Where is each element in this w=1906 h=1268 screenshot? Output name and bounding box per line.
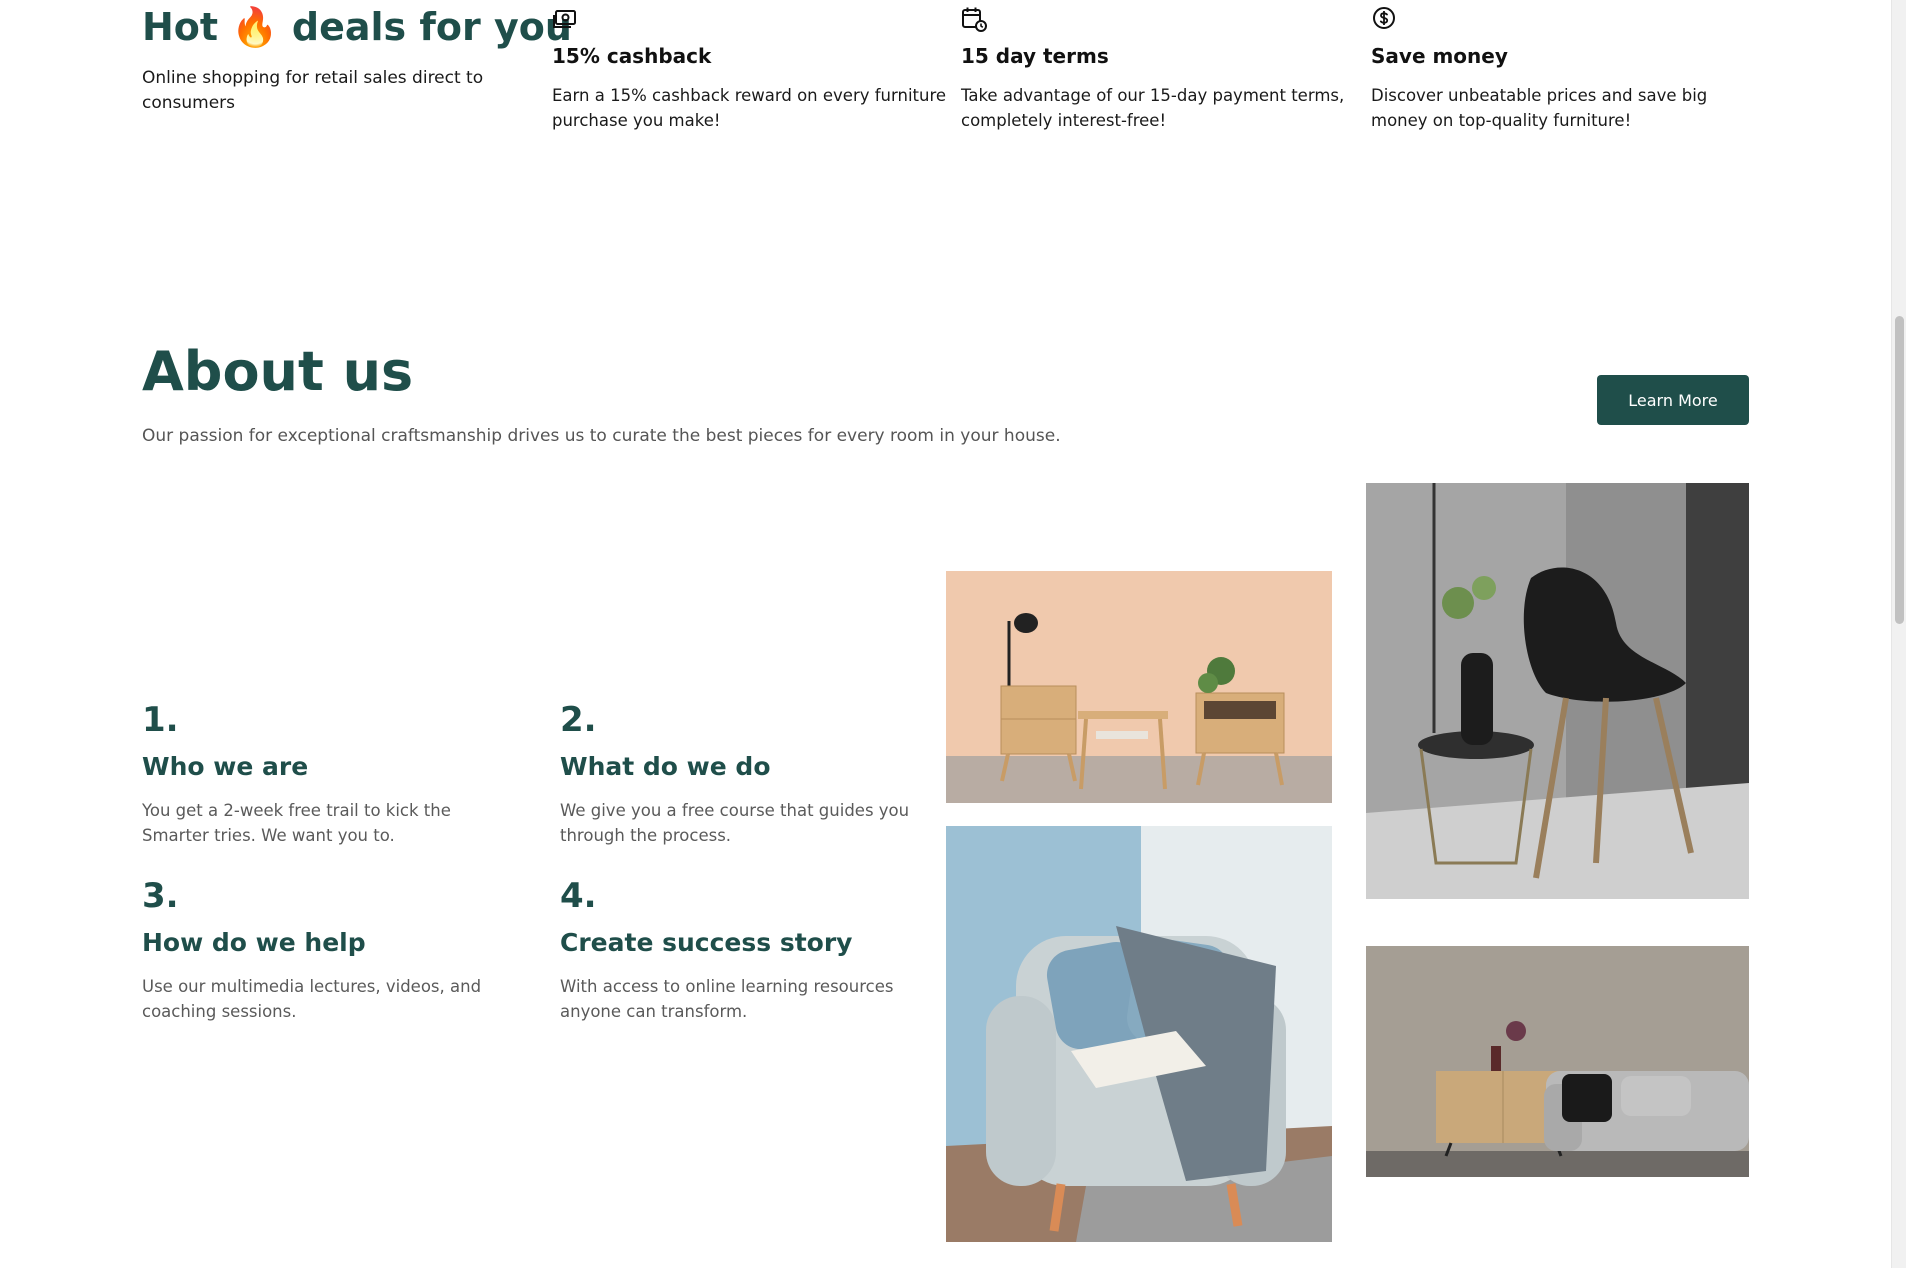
feature-title: Save money bbox=[1371, 44, 1508, 68]
feature-title: 15 day terms bbox=[961, 44, 1109, 68]
about-subtitle: Our passion for exceptional craftsmanshi… bbox=[142, 426, 1061, 446]
step-number: 1. bbox=[142, 700, 179, 740]
feature-description: Discover unbeatable prices and save big … bbox=[1371, 86, 1708, 130]
vertical-scrollbar[interactable] bbox=[1891, 0, 1906, 1268]
learn-more-button[interactable]: Learn More bbox=[1597, 375, 1749, 425]
step-title: How do we help bbox=[142, 928, 366, 957]
step-title: What do we do bbox=[560, 752, 771, 781]
step-how-we-help: 3. How do we help Use our multimedia lec… bbox=[142, 876, 522, 1024]
step-description: We give you a free course that guides yo… bbox=[560, 801, 910, 845]
feature-title: 15% cashback bbox=[552, 44, 712, 68]
feature-description: Earn a 15% cashback reward on every furn… bbox=[552, 86, 947, 130]
deals-title-end: deals for you bbox=[291, 5, 572, 49]
step-who-we-are: 1. Who we are You get a 2-week free trai… bbox=[142, 700, 522, 848]
cash-icon bbox=[553, 10, 576, 28]
scrollbar-thumb[interactable] bbox=[1895, 316, 1904, 624]
step-number: 3. bbox=[142, 876, 179, 916]
feature-day-terms: 15 day terms Take advantage of our 15-da… bbox=[961, 6, 1356, 130]
step-title: Who we are bbox=[142, 752, 309, 781]
step-title: Create success story bbox=[560, 928, 853, 957]
armchair-photo bbox=[946, 826, 1332, 1242]
feature-description: Take advantage of our 15-day payment ter… bbox=[961, 86, 1345, 130]
page: Hot 🔥 deals for you Online shopping for … bbox=[0, 0, 1906, 1268]
step-description: You get a 2-week free trail to kick the … bbox=[142, 801, 451, 845]
step-number: 4. bbox=[560, 876, 597, 916]
feature-cashback: 15% cashback Earn a 15% cashback reward … bbox=[552, 6, 947, 130]
dollar-circle-icon bbox=[1373, 7, 1395, 29]
black-chair-photo bbox=[1366, 483, 1749, 899]
fire-icon: 🔥 bbox=[231, 5, 279, 49]
feature-save-money: Save money Discover unbeatable prices an… bbox=[1371, 6, 1766, 130]
deals-subtitle: Online shopping for retail sales direct … bbox=[142, 68, 484, 113]
step-success-story: 4. Create success story With access to o… bbox=[560, 876, 940, 1024]
nightstands-photo bbox=[946, 571, 1332, 803]
deals-title: Hot 🔥 deals for you bbox=[142, 5, 572, 50]
step-description: Use our multimedia lectures, videos, and… bbox=[142, 977, 482, 1021]
calendar-icon bbox=[962, 7, 987, 32]
about-title: About us bbox=[142, 340, 414, 403]
step-number: 2. bbox=[560, 700, 597, 740]
sofa-photo bbox=[1366, 946, 1749, 1177]
deals-title-start: Hot bbox=[142, 5, 219, 49]
step-what-we-do: 2. What do we do We give you a free cour… bbox=[560, 700, 940, 848]
step-description: With access to online learning resources… bbox=[560, 977, 894, 1021]
